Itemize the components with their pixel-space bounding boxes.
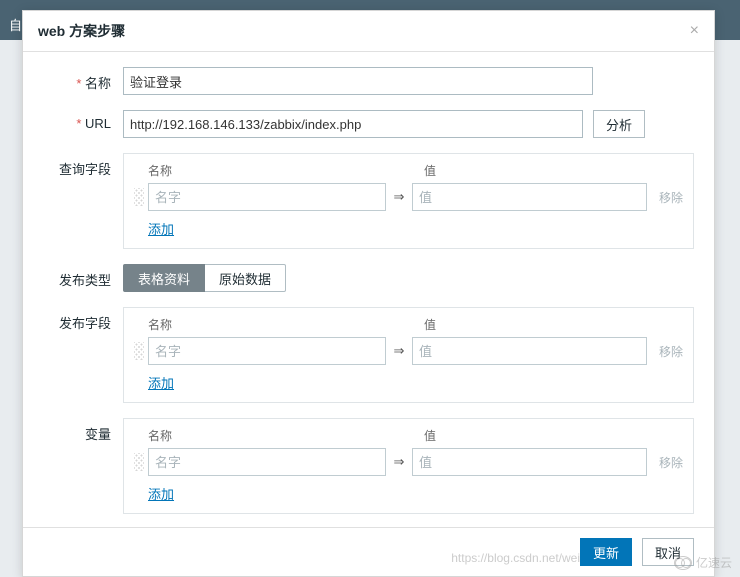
watermark-url: https://blog.csdn.net/wei <box>451 551 580 565</box>
analyze-button[interactable]: 分析 <box>593 110 645 138</box>
label-post-fields: 发布字段 <box>43 307 123 332</box>
query-value-input[interactable] <box>412 183 647 211</box>
modal-title: web 方案步骤 <box>38 21 125 41</box>
col-header-name: 名称 <box>148 427 394 444</box>
modal-footer: 更新 取消 <box>23 527 714 576</box>
remove-button[interactable]: 移除 <box>659 189 683 206</box>
col-header-value: 值 <box>424 316 683 333</box>
post-fields-block: 名称 值 ⇒ 移除 添加 <box>123 307 694 403</box>
query-name-input[interactable] <box>148 183 386 211</box>
col-header-value: 值 <box>424 427 683 444</box>
label-query: 查询字段 <box>43 153 123 178</box>
close-icon[interactable]: × <box>690 22 699 40</box>
label-name: 名称 <box>43 67 123 92</box>
variables-block: 名称 值 ⇒ 移除 添加 <box>123 418 694 514</box>
watermark-logo-icon <box>674 556 692 570</box>
add-query-button[interactable]: 添加 <box>148 219 174 238</box>
web-step-modal: web 方案步骤 × 名称 URL 分析 查询字段 名称 值 <box>22 10 715 577</box>
drag-handle-icon[interactable] <box>134 453 144 471</box>
kv-row: ⇒ 移除 <box>134 337 683 365</box>
add-post-button[interactable]: 添加 <box>148 373 174 392</box>
kv-row: ⇒ 移除 <box>134 183 683 211</box>
remove-button[interactable]: 移除 <box>659 343 683 360</box>
drag-handle-icon[interactable] <box>134 342 144 360</box>
col-header-name: 名称 <box>148 162 394 179</box>
var-value-input[interactable] <box>412 448 647 476</box>
seg-form-data[interactable]: 表格资料 <box>123 264 205 292</box>
remove-button[interactable]: 移除 <box>659 454 683 471</box>
watermark: 亿速云 <box>674 554 732 571</box>
col-header-value: 值 <box>424 162 683 179</box>
seg-raw-data[interactable]: 原始数据 <box>205 264 286 292</box>
arrow-icon: ⇒ <box>386 454 412 470</box>
modal-body: 名称 URL 分析 查询字段 名称 值 ⇒ <box>23 52 714 527</box>
query-fields-block: 名称 值 ⇒ 移除 添加 <box>123 153 694 249</box>
name-input[interactable] <box>123 67 593 95</box>
label-post-type: 发布类型 <box>43 264 123 289</box>
update-button[interactable]: 更新 <box>580 538 632 566</box>
col-header-name: 名称 <box>148 316 394 333</box>
var-name-input[interactable] <box>148 448 386 476</box>
drag-handle-icon[interactable] <box>134 188 144 206</box>
arrow-icon: ⇒ <box>386 189 412 205</box>
label-variables: 变量 <box>43 418 123 443</box>
post-value-input[interactable] <box>412 337 647 365</box>
top-bar-text: 自 <box>9 15 22 34</box>
post-name-input[interactable] <box>148 337 386 365</box>
modal-header: web 方案步骤 × <box>23 11 714 52</box>
add-var-button[interactable]: 添加 <box>148 484 174 503</box>
arrow-icon: ⇒ <box>386 343 412 359</box>
kv-row: ⇒ 移除 <box>134 448 683 476</box>
label-url: URL <box>43 110 123 131</box>
url-input[interactable] <box>123 110 583 138</box>
post-type-segmented: 表格资料 原始数据 <box>123 264 694 292</box>
watermark-text: 亿速云 <box>696 554 732 571</box>
